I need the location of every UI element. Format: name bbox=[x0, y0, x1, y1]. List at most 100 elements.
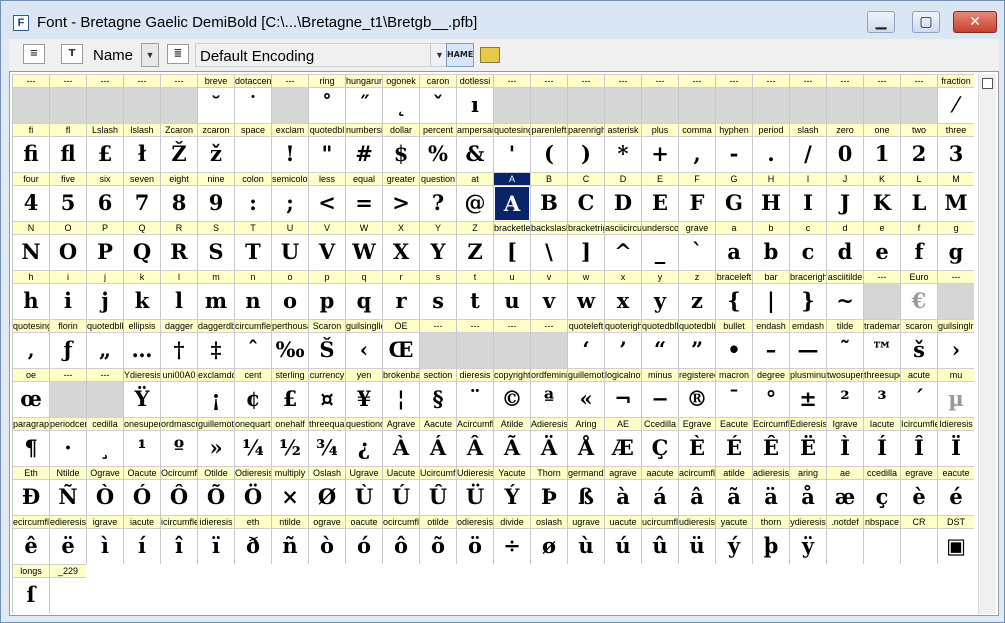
glyph-cell[interactable]: JJ bbox=[826, 172, 863, 221]
glyph-cell[interactable]: tilde ˜ bbox=[826, 319, 863, 368]
glyph-cell[interactable]: threequarters¾ bbox=[308, 417, 345, 466]
glyph-cell[interactable]: icircumflexî bbox=[160, 515, 197, 564]
glyph-cell[interactable]: ZZ bbox=[456, 221, 493, 270]
glyph-cell[interactable]: idieresis ï bbox=[197, 515, 234, 564]
glyph-cell[interactable]: QQ bbox=[123, 221, 160, 270]
glyph-cell[interactable]: Zcaron Ž bbox=[160, 123, 197, 172]
glyph-cell[interactable]: --- bbox=[12, 74, 49, 123]
glyph-cell[interactable]: jj bbox=[86, 270, 123, 319]
glyph-cell[interactable]: eight 8 bbox=[160, 172, 197, 221]
glyph-cell[interactable]: Aring Å bbox=[567, 417, 604, 466]
glyph-cell[interactable]: hh bbox=[12, 270, 49, 319]
glyph-cell[interactable]: oo bbox=[271, 270, 308, 319]
glyph-cell[interactable]: hyphen - bbox=[715, 123, 752, 172]
glyph-cell[interactable]: ae æ bbox=[826, 466, 863, 515]
glyph-cell[interactable]: yacute ý bbox=[715, 515, 752, 564]
glyph-cell[interactable]: --- bbox=[456, 319, 493, 368]
glyph-cell[interactable]: UU bbox=[271, 221, 308, 270]
glyph-cell[interactable]: paragraph¶ bbox=[12, 417, 49, 466]
glyph-cell[interactable]: NN bbox=[12, 221, 49, 270]
glyph-cell[interactable]: asciicircum^ bbox=[604, 221, 641, 270]
glyph-cell[interactable]: seven 7 bbox=[123, 172, 160, 221]
glyph-cell[interactable]: quoteleft ‘ bbox=[567, 319, 604, 368]
glyph-cell[interactable]: quotedblleft“ bbox=[641, 319, 678, 368]
glyph-cell[interactable]: HH bbox=[752, 172, 789, 221]
glyph-cell[interactable]: yy bbox=[641, 270, 678, 319]
glyph-cell[interactable]: ccedilla ç bbox=[863, 466, 900, 515]
glyph-cell[interactable]: registered® bbox=[678, 368, 715, 417]
close-button[interactable]: ✕ bbox=[953, 11, 997, 33]
glyph-cell[interactable]: five 5 bbox=[49, 172, 86, 221]
glyph-cell[interactable]: Agrave À bbox=[382, 417, 419, 466]
glyph-cell[interactable]: dotaccent ˙ bbox=[234, 74, 271, 123]
glyph-cell[interactable]: nbspace bbox=[863, 515, 900, 564]
glyph-cell[interactable]: currency ¤ bbox=[308, 368, 345, 417]
glyph-cell[interactable]: adieresis ä bbox=[752, 466, 789, 515]
glyph-cell[interactable]: oe œ bbox=[12, 368, 49, 417]
glyph-cell[interactable]: daggerdbl‡ bbox=[197, 319, 234, 368]
glyph-cell[interactable]: --- bbox=[49, 74, 86, 123]
glyph-cell[interactable]: four 4 bbox=[12, 172, 49, 221]
glyph-cell[interactable]: fl ﬂ bbox=[49, 123, 86, 172]
glyph-cell[interactable]: ogonek ˛ bbox=[382, 74, 419, 123]
glyph-cell[interactable]: egrave è bbox=[900, 466, 937, 515]
glyph-cell[interactable]: copyright © bbox=[493, 368, 530, 417]
glyph-cell[interactable]: space bbox=[234, 123, 271, 172]
glyph-cell[interactable]: --- bbox=[863, 270, 900, 319]
glyph-cell[interactable]: EcircumflexÊ bbox=[752, 417, 789, 466]
glyph-cell[interactable]: ocircumflexô bbox=[382, 515, 419, 564]
glyph-cell[interactable]: eth ð bbox=[234, 515, 271, 564]
glyph-cell[interactable]: --- bbox=[86, 74, 123, 123]
glyph-cell[interactable]: guilsinglright› bbox=[937, 319, 974, 368]
glyph-cell[interactable]: thorn þ bbox=[752, 515, 789, 564]
glyph-cell[interactable]: exclamdown¡ bbox=[197, 368, 234, 417]
glyph-cell[interactable]: bar | bbox=[752, 270, 789, 319]
glyph-cell[interactable]: periodcentered· bbox=[49, 417, 86, 466]
glyph-cell[interactable]: question? bbox=[419, 172, 456, 221]
glyph-cell[interactable]: less < bbox=[308, 172, 345, 221]
glyph-cell[interactable]: AA bbox=[493, 172, 530, 221]
glyph-cell[interactable]: comma, bbox=[678, 123, 715, 172]
glyph-cell[interactable]: KK bbox=[863, 172, 900, 221]
names-view-button[interactable]: HAME bbox=[446, 43, 474, 67]
glyph-cell[interactable]: section § bbox=[419, 368, 456, 417]
glyph-cell[interactable]: backslash\ bbox=[530, 221, 567, 270]
glyph-cell[interactable]: gg bbox=[937, 221, 974, 270]
glyph-cell[interactable]: Euro € bbox=[900, 270, 937, 319]
glyph-cell[interactable]: Ntilde Ñ bbox=[49, 466, 86, 515]
glyph-cell[interactable]: longs ſ bbox=[12, 564, 49, 613]
glyph-cell[interactable]: AE Æ bbox=[604, 417, 641, 466]
glyph-cell[interactable]: --- bbox=[604, 74, 641, 123]
glyph-cell[interactable]: --- bbox=[715, 74, 752, 123]
glyph-cell[interactable]: bracketleft[ bbox=[493, 221, 530, 270]
glyph-cell[interactable]: --- bbox=[641, 74, 678, 123]
glyph-cell[interactable]: quotedblbase„ bbox=[86, 319, 123, 368]
glyph-cell[interactable]: ucircumflexû bbox=[641, 515, 678, 564]
glyph-cell[interactable]: nine 9 bbox=[197, 172, 234, 221]
glyph-cell[interactable]: DD bbox=[604, 172, 641, 221]
glyph-cell[interactable]: --- bbox=[160, 74, 197, 123]
glyph-cell[interactable]: Egrave È bbox=[678, 417, 715, 466]
glyph-cell[interactable]: pp bbox=[308, 270, 345, 319]
glyph-cell[interactable]: Odieresis Ö bbox=[234, 466, 271, 515]
glyph-cell[interactable]: Iacute Í bbox=[863, 417, 900, 466]
glyph-cell[interactable]: hungarumlaut˝ bbox=[345, 74, 382, 123]
glyph-cell[interactable]: aacute á bbox=[641, 466, 678, 515]
glyph-cell[interactable]: udieresis ü bbox=[678, 515, 715, 564]
glyph-cell[interactable]: dieresis ¨ bbox=[456, 368, 493, 417]
glyph-cell[interactable]: ugrave ù bbox=[567, 515, 604, 564]
glyph-cell[interactable]: mu µ bbox=[937, 368, 974, 417]
glyph-cell[interactable]: zcaron ž bbox=[197, 123, 234, 172]
glyph-cell[interactable]: uu bbox=[493, 270, 530, 319]
glyph-cell[interactable]: AcircumflexÂ bbox=[456, 417, 493, 466]
glyph-cell[interactable]: --- bbox=[900, 74, 937, 123]
glyph-cell[interactable]: quotesingle' bbox=[493, 123, 530, 172]
glyph-cell[interactable]: ecircumflexê bbox=[12, 515, 49, 564]
glyph-cell[interactable]: degree ° bbox=[752, 368, 789, 417]
glyph-cell[interactable]: .notdef bbox=[826, 515, 863, 564]
glyph-cell[interactable]: quotesinglbase‚ bbox=[12, 319, 49, 368]
glyph-cell[interactable]: florin ƒ bbox=[49, 319, 86, 368]
glyph-cell[interactable]: macron ¯ bbox=[715, 368, 752, 417]
glyph-cell[interactable]: six 6 bbox=[86, 172, 123, 221]
glyph-cell[interactable]: germandblsß bbox=[567, 466, 604, 515]
